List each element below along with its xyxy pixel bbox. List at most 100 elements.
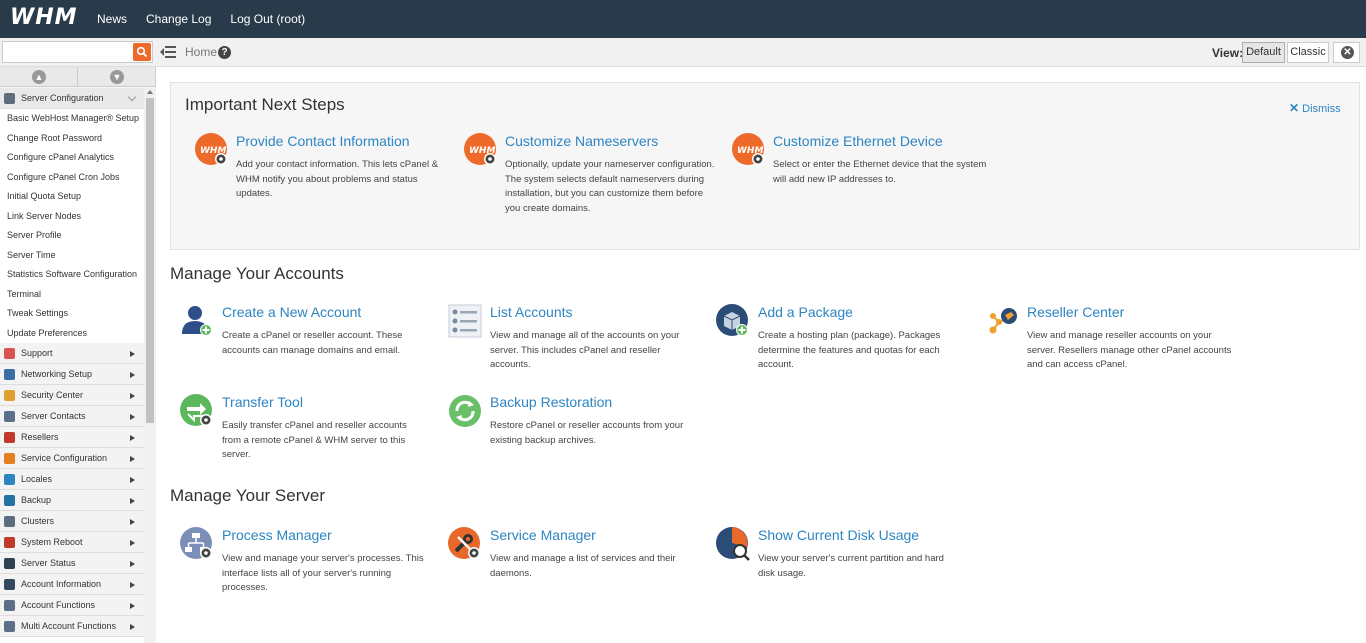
top-nav: News Change Log Log Out (root): [97, 0, 324, 38]
sidebar-category-networking-setup[interactable]: Networking Setup: [0, 364, 144, 385]
caret-right-icon: [130, 498, 135, 504]
sidebar-subitem[interactable]: Tweak Settings: [0, 304, 144, 324]
sidebar: ▲ ▼ Server Configuration Basic WebHost M…: [0, 67, 156, 643]
service-icon: [4, 453, 15, 464]
add-package-icon[interactable]: [716, 304, 750, 338]
sidebar-category-service-configuration[interactable]: Service Configuration: [0, 448, 144, 469]
search-input[interactable]: [3, 42, 131, 62]
list-accounts-icon[interactable]: [448, 304, 482, 338]
sidebar-subitem[interactable]: Server Time: [0, 245, 144, 265]
caret-right-icon: [130, 414, 135, 420]
backup-restoration-icon[interactable]: [448, 394, 482, 428]
tool-title[interactable]: Service Manager: [490, 527, 596, 543]
sidebar-subitem[interactable]: Change Root Password: [0, 128, 144, 148]
sidebar-category-resellers[interactable]: Resellers: [0, 427, 144, 448]
tool-backup-restoration: Backup Restoration Restore cPanel or res…: [438, 394, 688, 474]
tool-description: View and manage reseller accounts on you…: [1027, 330, 1232, 370]
sidebar-category-locales[interactable]: Locales: [0, 469, 144, 490]
sidebar-category-multi-account-functions[interactable]: Multi Account Functions: [0, 616, 144, 637]
whm-ethernet-icon[interactable]: WHM: [732, 133, 766, 167]
step-title[interactable]: Customize Ethernet Device: [773, 133, 943, 149]
multi-account-icon: [4, 621, 15, 632]
scroll-up-icon[interactable]: [147, 90, 153, 94]
sidebar-subitem[interactable]: Basic WebHost Manager® Setup: [0, 109, 144, 129]
sidebar-subitem[interactable]: Update Preferences: [0, 323, 144, 343]
search-button[interactable]: [133, 43, 151, 61]
reseller-center-icon[interactable]: [985, 304, 1019, 338]
step-title[interactable]: Provide Contact Information: [236, 133, 410, 149]
sidebar-category-label: Security Center: [21, 390, 84, 400]
sidebar-subitem[interactable]: Link Server Nodes: [0, 206, 144, 226]
sidebar-category-server-configuration[interactable]: Server Configuration: [0, 88, 144, 109]
service-manager-icon[interactable]: [448, 527, 482, 561]
tool-title[interactable]: List Accounts: [490, 304, 573, 320]
close-button[interactable]: ✕: [1333, 42, 1360, 63]
account-functions-icon: [4, 600, 15, 611]
sidebar-category-security-center[interactable]: Security Center: [0, 385, 144, 406]
sidebar-category-account-information[interactable]: Account Information: [0, 574, 144, 595]
sidebar-subitem[interactable]: Terminal: [0, 284, 144, 304]
networking-icon: [4, 369, 15, 380]
next-steps-title: Important Next Steps: [185, 95, 345, 114]
caret-right-icon: [130, 351, 135, 357]
tool-process-manager: Process Manager View and manage your ser…: [170, 527, 424, 607]
help-icon[interactable]: ?: [218, 46, 231, 59]
sidebar-subitem[interactable]: Configure cPanel Cron Jobs: [0, 167, 144, 187]
sidebar-category-clusters[interactable]: Clusters: [0, 511, 144, 532]
sidebar-category-backup[interactable]: Backup: [0, 490, 144, 511]
disk-usage-icon[interactable]: [716, 527, 750, 561]
tool-reseller-center: Reseller Center View and manage reseller…: [975, 304, 1231, 384]
sidebar-category-label: Server Configuration: [21, 93, 104, 103]
caret-right-icon: [130, 393, 135, 399]
tool-title[interactable]: Reseller Center: [1027, 304, 1124, 320]
whm-logo[interactable]: WHM: [10, 6, 84, 30]
search-icon: [136, 46, 148, 58]
nav-news[interactable]: News: [97, 12, 127, 26]
sidebar-scrollbar[interactable]: [144, 88, 156, 643]
sidebar-category-system-reboot[interactable]: System Reboot: [0, 532, 144, 553]
caret-right-icon: [130, 456, 135, 462]
process-manager-icon[interactable]: [180, 527, 214, 561]
nav-change-log[interactable]: Change Log: [146, 12, 211, 26]
chevron-up-icon: ▲: [32, 70, 46, 84]
collapse-all-button[interactable]: ▲: [0, 67, 78, 87]
tool-description: View your server's current partition and…: [758, 553, 944, 579]
tool-title[interactable]: Create a New Account: [222, 304, 361, 320]
sidebar-category-label: Account Functions: [21, 600, 96, 610]
tool-title[interactable]: Show Current Disk Usage: [758, 527, 919, 543]
sidebar-subitem[interactable]: Configure cPanel Analytics: [0, 148, 144, 168]
view-classic-button[interactable]: Classic: [1287, 42, 1329, 63]
tool-title[interactable]: Transfer Tool: [222, 394, 303, 410]
dismiss-link[interactable]: ✕ Dismiss: [1289, 101, 1341, 115]
collapse-sidebar-icon[interactable]: [160, 45, 176, 59]
tool-description: Restore cPanel or reseller accounts from…: [490, 420, 684, 446]
tool-title[interactable]: Backup Restoration: [490, 394, 612, 410]
sidebar-category-label: Server Status: [21, 558, 76, 568]
step-title[interactable]: Customize Nameservers: [505, 133, 658, 149]
scrollbar-thumb[interactable]: [146, 98, 154, 423]
top-bar: WHM News Change Log Log Out (root): [0, 0, 1366, 38]
account-info-icon: [4, 579, 15, 590]
step-description: Select or enter the Ethernet device that…: [773, 159, 987, 185]
expand-all-button[interactable]: ▼: [78, 67, 156, 87]
sidebar-category-support[interactable]: Support: [0, 343, 144, 364]
nav-logout[interactable]: Log Out (root): [230, 12, 305, 26]
tool-title[interactable]: Process Manager: [222, 527, 332, 543]
transfer-tool-icon[interactable]: [180, 394, 214, 428]
manage-server-title: Manage Your Server: [170, 486, 325, 505]
tool-description: View and manage all of the accounts on y…: [490, 330, 680, 370]
view-default-button[interactable]: Default: [1242, 42, 1285, 63]
create-account-icon[interactable]: [180, 304, 214, 338]
sidebar-category-server-status[interactable]: Server Status: [0, 553, 144, 574]
sidebar-subitem[interactable]: Initial Quota Setup: [0, 187, 144, 207]
sidebar-subitem[interactable]: Server Profile: [0, 226, 144, 246]
manage-accounts-title: Manage Your Accounts: [170, 264, 344, 283]
sidebar-subitem[interactable]: Statistics Software Configuration: [0, 265, 144, 285]
view-label: View:: [1212, 46, 1244, 60]
whm-nameservers-icon[interactable]: WHM: [464, 133, 498, 167]
tool-title[interactable]: Add a Package: [758, 304, 853, 320]
sidebar-category-server-contacts[interactable]: Server Contacts: [0, 406, 144, 427]
whm-contact-icon[interactable]: WHM: [195, 133, 229, 167]
sidebar-category-account-functions[interactable]: Account Functions: [0, 595, 144, 616]
breadcrumb-home[interactable]: Home: [185, 45, 217, 59]
